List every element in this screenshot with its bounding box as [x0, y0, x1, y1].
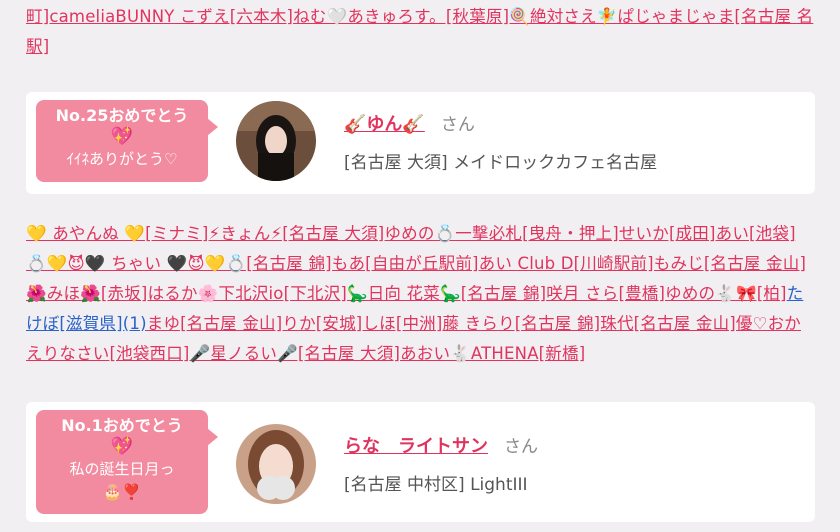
ranking-card: No.1おめでとう 💖 私の誕生日月っ 🎂❣️ らな ライトサン さん [名古屋 …	[26, 402, 815, 522]
girl-tag-link[interactable]: 町]cameliaBUNNY こずえ[六本木]ねむ🤍あきゅろす。[秋葉原]🍭絶対…	[26, 7, 813, 56]
rank-label: No.1おめでとう	[61, 416, 183, 435]
girl-tag-link[interactable]: 💛 あやんぬ 💛[ミナミ]⚡きょん⚡[名古屋 大須]ゆめの💍一撃必札[曳舟・押上…	[26, 224, 806, 303]
name-row: 🎸ゆん🎸 さん	[344, 110, 475, 136]
shop-info: [名古屋 中村区] LightIII	[344, 475, 528, 495]
girl-tags-list: 💛 あやんぬ 💛[ミナミ]⚡きょん⚡[名古屋 大須]ゆめの💍一撃必札[曳舟・押上…	[26, 219, 814, 369]
avatar[interactable]	[236, 101, 316, 181]
honorific: さん	[504, 437, 538, 457]
message-text: 私の誕生日月っ	[69, 460, 175, 478]
rank-bubble: No.1おめでとう 💖 私の誕生日月っ 🎂❣️	[36, 410, 218, 514]
ranking-card: No.25おめでとう 💖 ｲｲﾈありがとう♡ 🎸ゆん🎸 さん [名古屋 大須] メ…	[26, 92, 815, 194]
shop-info: [名古屋 大須] メイドロックカフェ名古屋	[344, 153, 658, 173]
name-row: らな ライトサン さん	[344, 432, 538, 458]
rank-bubble: No.25おめでとう 💖 ｲｲﾈありがとう♡	[36, 100, 218, 182]
avatar[interactable]	[236, 424, 316, 504]
sparkle-heart-icon: 💖	[110, 436, 134, 457]
girl-tags-list-top: 町]cameliaBUNNY こずえ[六本木]ねむ🤍あきゅろす。[秋葉原]🍭絶対…	[26, 2, 814, 62]
cake-icon: 🎂❣️	[103, 483, 141, 501]
girl-name-link[interactable]: らな ライトサン	[344, 436, 488, 457]
rank-label: No.25おめでとう	[55, 106, 189, 125]
honorific: さん	[440, 115, 475, 135]
sparkle-heart-icon: 💖	[110, 126, 134, 147]
message-text: ｲｲﾈありがとう♡	[66, 150, 178, 168]
girl-name-link[interactable]: 🎸ゆん🎸	[344, 114, 425, 135]
